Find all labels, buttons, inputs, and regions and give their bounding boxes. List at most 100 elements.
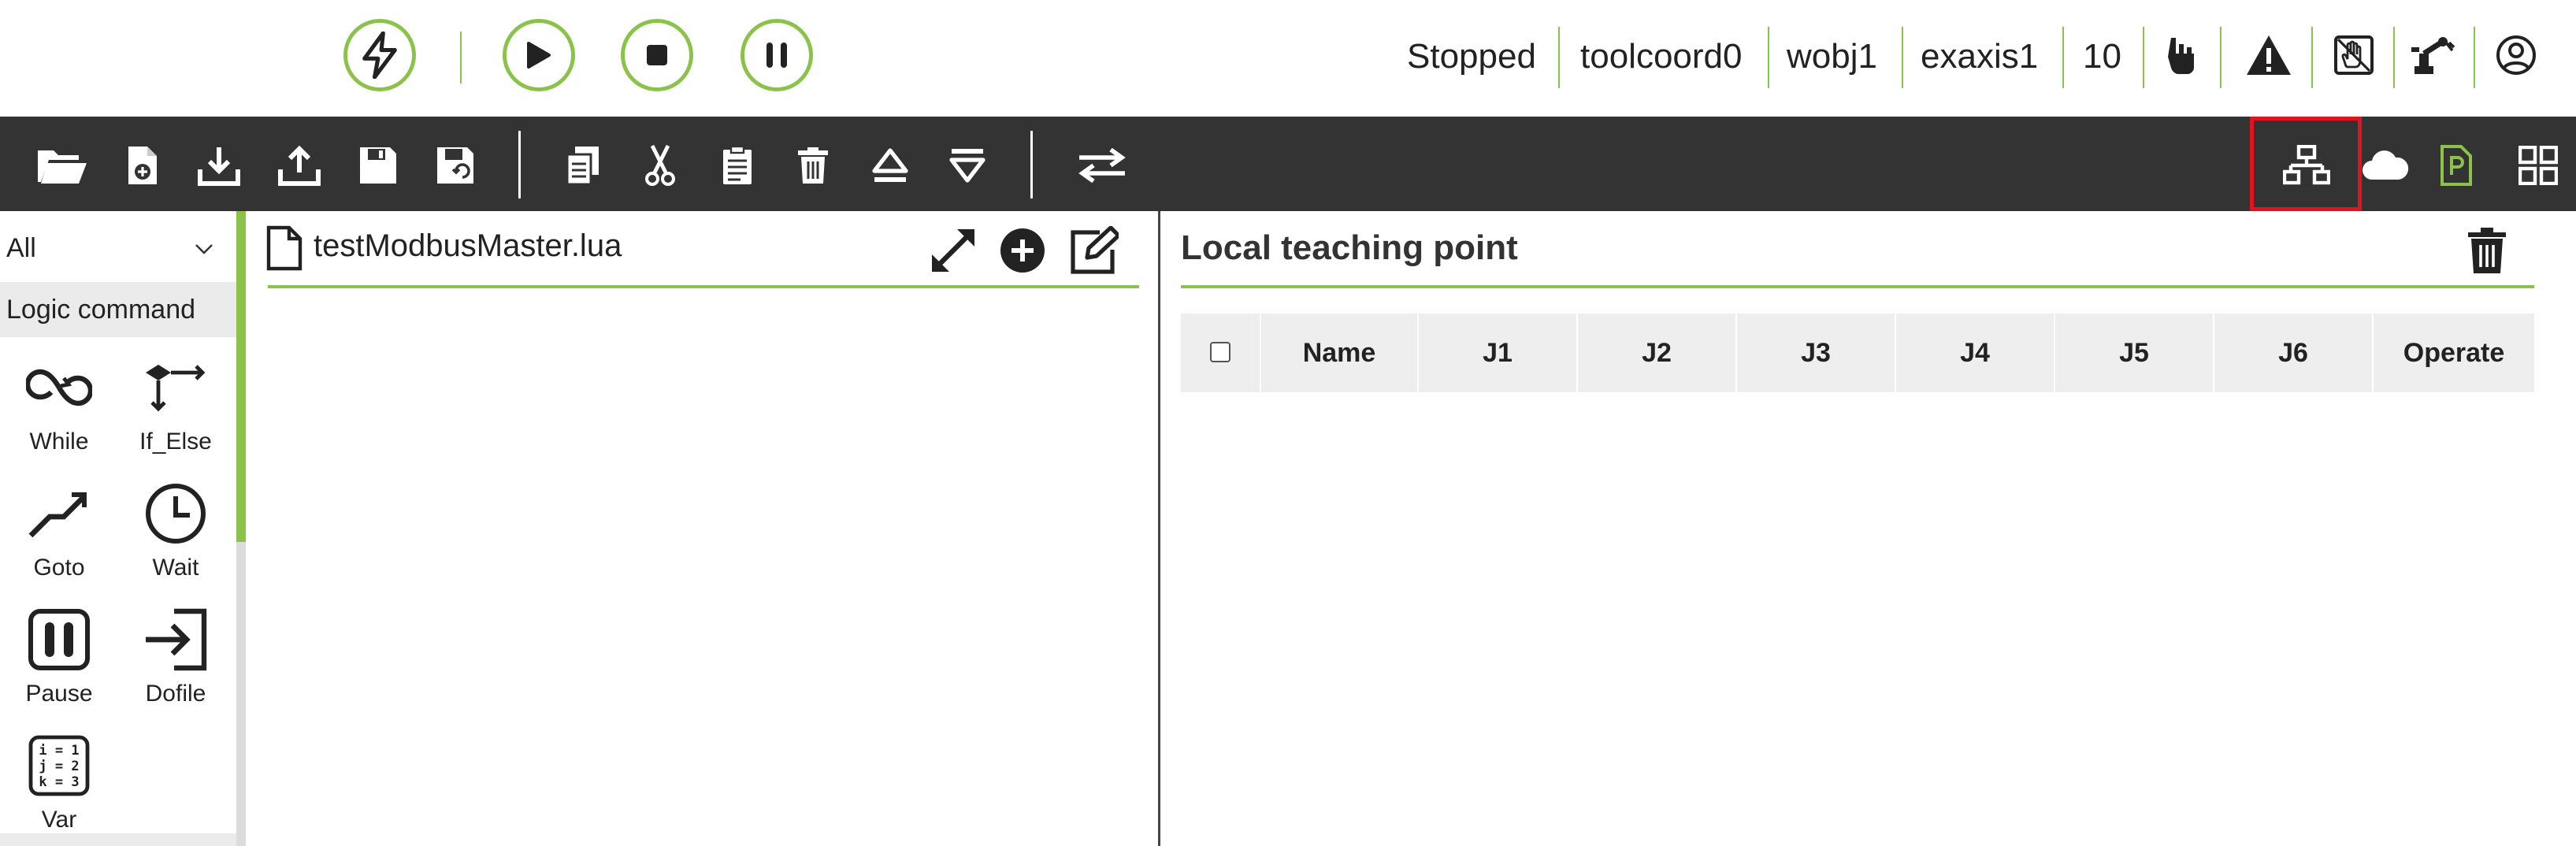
separator — [2393, 27, 2395, 88]
program-editor: testModbusMaster.lua — [246, 211, 1160, 846]
command-palette: All Logic command While If_Else Goto Wai… — [0, 211, 236, 846]
command-label: Goto — [33, 555, 85, 581]
clock-icon — [138, 476, 213, 551]
user-account-icon — [2496, 35, 2536, 75]
separator — [1902, 27, 1903, 88]
category-header[interactable]: Logic command — [0, 282, 236, 337]
filter-value: All — [6, 233, 36, 263]
title-underline — [1181, 285, 2534, 288]
column-header: J2 — [1578, 314, 1737, 392]
edit-icon — [1071, 226, 1119, 274]
command-filter-select[interactable]: All — [0, 225, 228, 280]
pause-button[interactable] — [741, 19, 813, 91]
user-account-button[interactable] — [2489, 28, 2543, 82]
separator — [2220, 27, 2222, 88]
loop-icon — [21, 350, 97, 425]
network-button[interactable] — [2281, 140, 2332, 191]
cut-button[interactable] — [635, 140, 685, 191]
command-goto[interactable]: Goto — [0, 476, 118, 594]
branch-icon — [138, 350, 213, 425]
external-axis-selector[interactable]: exaxis1 — [1921, 33, 2038, 80]
grid-view-icon — [2518, 146, 2558, 185]
goto-icon — [21, 476, 97, 551]
drag-mode-icon — [2334, 35, 2374, 75]
copy-button[interactable] — [558, 140, 608, 191]
command-pause[interactable]: Pause — [0, 602, 118, 720]
download-icon — [198, 147, 240, 186]
file-name: testModbusMaster.lua — [314, 228, 622, 263]
program-file-button[interactable] — [2431, 140, 2481, 191]
column-header: Name — [1261, 314, 1419, 392]
panel-title: Local teaching point — [1181, 228, 1518, 267]
grid-view-button[interactable] — [2513, 140, 2563, 191]
robot-arm-icon — [2411, 37, 2455, 74]
command-label: While — [29, 429, 89, 455]
variable-icon: i = 1 j = 2 k = 3 — [21, 728, 97, 803]
separator — [2062, 27, 2064, 88]
palette-scrollbar[interactable] — [236, 211, 246, 846]
column-header: J5 — [2055, 314, 2214, 392]
network-icon — [2283, 145, 2330, 185]
column-header: J4 — [1896, 314, 2055, 392]
open-folder-icon — [38, 150, 87, 184]
column-header: J3 — [1737, 314, 1896, 392]
file-icon — [266, 225, 303, 271]
command-dofile[interactable]: Dofile — [117, 602, 235, 720]
work-object-selector[interactable]: wobj1 — [1787, 33, 1877, 80]
cut-icon — [645, 144, 675, 186]
start-button[interactable] — [503, 19, 575, 91]
title-underline — [268, 285, 1139, 288]
command-label: Dofile — [145, 681, 206, 707]
command-if-else[interactable]: If_Else — [117, 350, 235, 468]
switch-icon — [1078, 147, 1126, 184]
toolbar-separator — [518, 131, 521, 199]
open-button[interactable] — [33, 140, 91, 191]
column-header: J1 — [1419, 314, 1578, 392]
cloud-button[interactable] — [2360, 140, 2411, 191]
save-icon — [360, 147, 396, 184]
tool-coord-selector[interactable]: toolcoord0 — [1580, 33, 1742, 80]
column-header: Operate — [2403, 338, 2505, 368]
new-file-icon — [128, 147, 157, 184]
toolbar-separator — [1030, 131, 1033, 199]
robot-status-button[interactable] — [2406, 28, 2459, 82]
save-button[interactable] — [353, 140, 403, 191]
separator — [2474, 27, 2475, 88]
scrollbar-thumb[interactable] — [236, 211, 246, 542]
expand-button[interactable] — [925, 222, 982, 279]
clear-points-button[interactable] — [2459, 222, 2515, 279]
download-button[interactable] — [194, 140, 244, 191]
pause-box-icon — [21, 602, 97, 677]
upload-button[interactable] — [274, 140, 325, 191]
command-var[interactable]: i = 1 j = 2 k = 3 Var — [0, 728, 118, 846]
plus-circle-icon — [1000, 228, 1045, 273]
cloud-icon — [2363, 150, 2409, 180]
select-all-checkbox[interactable] — [1210, 342, 1230, 362]
paste-icon — [723, 145, 752, 184]
enable-button[interactable] — [343, 19, 416, 91]
lightning-icon — [362, 32, 397, 79]
add-command-button[interactable] — [994, 222, 1051, 279]
hand-pointer-icon — [2168, 38, 2194, 74]
new-file-button[interactable] — [117, 140, 167, 191]
palette-next-category[interactable] — [0, 833, 236, 846]
stop-button[interactable] — [621, 19, 693, 91]
var-line-3: k = 3 — [39, 774, 79, 790]
paste-button[interactable] — [712, 140, 763, 191]
switch-mode-button[interactable] — [1073, 140, 1131, 191]
drag-teach-button[interactable] — [2327, 28, 2381, 82]
delete-button[interactable] — [788, 140, 838, 191]
command-wait[interactable]: Wait — [117, 476, 235, 594]
delete-icon — [798, 147, 828, 184]
upload-icon — [278, 145, 321, 186]
column-header: J6 — [2214, 314, 2374, 392]
command-label: Wait — [152, 555, 199, 581]
alarm-button[interactable] — [2242, 28, 2296, 82]
speed-value[interactable]: 10 — [2083, 33, 2121, 80]
insert-below-button[interactable] — [942, 140, 993, 191]
manual-mode-button[interactable] — [2155, 28, 2209, 82]
command-while[interactable]: While — [0, 350, 118, 468]
edit-button[interactable] — [1065, 222, 1122, 279]
insert-above-button[interactable] — [865, 140, 915, 191]
save-as-button[interactable] — [430, 140, 481, 191]
